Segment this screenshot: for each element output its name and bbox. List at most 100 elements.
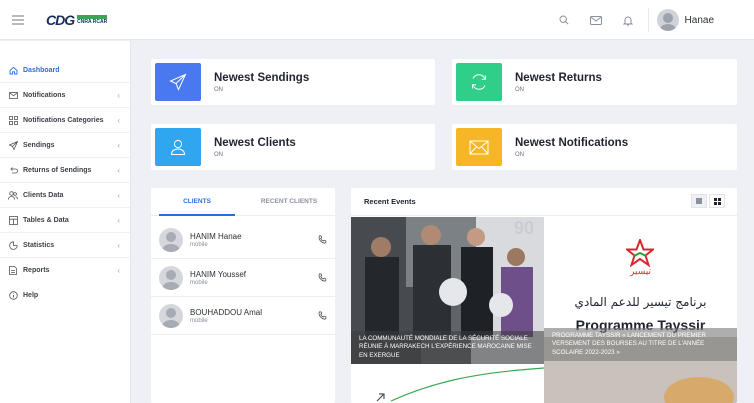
tayssir-logo-text: تيسير bbox=[630, 267, 651, 277]
sidebar-item-label: Statistics bbox=[23, 242, 55, 249]
messages-button[interactable] bbox=[580, 0, 612, 40]
recent-events-panel: Recent Events 90 LA COMMUNAUTÉ MONDIALE … bbox=[351, 188, 737, 403]
grid-view-button[interactable] bbox=[709, 194, 725, 208]
sidebar-item-notifications-categories[interactable]: Notifications Categories ‹ bbox=[0, 108, 130, 133]
stat-status: ON bbox=[515, 151, 524, 158]
search-button[interactable] bbox=[548, 0, 580, 40]
notifications-button[interactable] bbox=[612, 0, 644, 40]
client-role: mobile bbox=[190, 317, 208, 324]
menu-icon bbox=[12, 14, 24, 25]
sidebar-item-reports[interactable]: Reports ‹ bbox=[0, 258, 130, 283]
logo[interactable]: CDG CNRA RCAR bbox=[46, 11, 108, 28]
user-name: Hanae bbox=[684, 14, 714, 26]
clients-tabs: CLIENTS RECENT CLIENTS bbox=[151, 188, 335, 216]
event-badge: 90 bbox=[513, 218, 534, 238]
sidebar-item-dashboard[interactable]: Dashboard bbox=[0, 58, 130, 83]
stat-title: Newest Clients bbox=[214, 136, 296, 149]
sidebar-item-label: Sendings bbox=[23, 142, 55, 149]
sidebar-item-help[interactable]: Help bbox=[0, 283, 130, 308]
sidebar-item-label: Clients Data bbox=[23, 192, 64, 199]
table-icon bbox=[8, 216, 18, 225]
stat-card-returns[interactable]: Newest Returns ON bbox=[452, 59, 737, 105]
client-role: mobile bbox=[190, 241, 208, 248]
sidebar-item-label: Dashboard bbox=[23, 67, 60, 74]
sidebar-item-label: Returns of Sendings bbox=[23, 167, 92, 174]
user-icon bbox=[170, 139, 186, 155]
stat-status: ON bbox=[214, 151, 223, 158]
send-icon bbox=[8, 141, 18, 150]
phone-icon[interactable] bbox=[318, 311, 327, 320]
stat-card-clients[interactable]: Newest Clients ON bbox=[151, 124, 435, 170]
refresh-icon bbox=[472, 74, 486, 90]
stat-card-notifications[interactable]: Newest Notifications ON bbox=[452, 124, 737, 170]
event-caption: PROGRAMME TAYSSIR « LANCEMENT DU PREMIER… bbox=[544, 328, 737, 362]
sidebar-item-sendings[interactable]: Sendings ‹ bbox=[0, 133, 130, 158]
chevron-left-icon: ‹ bbox=[117, 241, 120, 250]
chevron-left-icon: ‹ bbox=[117, 216, 120, 225]
event-card[interactable]: تيسير برنامج تيسير للدعم المادي Programm… bbox=[544, 217, 737, 403]
client-avatar bbox=[159, 265, 183, 290]
client-role: mobile bbox=[190, 279, 208, 286]
chevron-left-icon: ‹ bbox=[117, 191, 120, 200]
tab-clients[interactable]: CLIENTS bbox=[151, 188, 243, 216]
top-bar: CDG CNRA RCAR Hanae bbox=[0, 0, 754, 40]
client-name: BOUHADDOU Amal bbox=[190, 307, 263, 317]
tayssir-star-icon bbox=[626, 239, 654, 267]
sidebar-item-label: Tables & Data bbox=[23, 217, 69, 224]
event-heading-ar: برنامج تيسير للدعم المادي bbox=[574, 295, 707, 309]
sidebar-item-label: Reports bbox=[23, 267, 50, 274]
sidebar-item-returns-of-sendings[interactable]: Returns of Sendings ‹ bbox=[0, 158, 130, 183]
event-card[interactable] bbox=[351, 365, 544, 403]
mail-icon bbox=[589, 15, 602, 25]
event-card[interactable]: 90 LA COMMUNAUTÉ MONDIALE DE LA SÉCURITÉ… bbox=[351, 217, 544, 364]
sidebar-item-clients-data[interactable]: Clients Data ‹ bbox=[0, 183, 130, 208]
event-caption: LA COMMUNAUTÉ MONDIALE DE LA SÉCURITÉ SO… bbox=[351, 330, 544, 364]
mail-icon bbox=[469, 140, 489, 154]
mail-icon bbox=[8, 92, 18, 99]
file-icon bbox=[9, 266, 17, 275]
sidebar-item-notifications[interactable]: Notifications ‹ bbox=[0, 83, 130, 108]
recent-events-title: Recent Events bbox=[364, 197, 416, 206]
stat-title: Newest Sendings bbox=[214, 71, 310, 84]
user-avatar bbox=[656, 9, 679, 31]
list-view-button[interactable] bbox=[691, 194, 707, 208]
sidebar-item-label: Notifications bbox=[23, 92, 66, 99]
sidebar-item-label: Help bbox=[23, 292, 39, 299]
client-avatar bbox=[159, 303, 183, 328]
chevron-left-icon: ‹ bbox=[117, 116, 120, 125]
sidebar-item-tables-data[interactable]: Tables & Data ‹ bbox=[0, 208, 130, 233]
phone-icon[interactable] bbox=[318, 235, 327, 244]
stat-status: ON bbox=[214, 86, 223, 93]
grid-icon bbox=[713, 197, 721, 205]
grid-icon bbox=[8, 116, 18, 125]
pie-icon bbox=[8, 241, 18, 250]
client-name: HANIM Hanae bbox=[190, 231, 242, 241]
user-menu[interactable]: Hanae bbox=[653, 9, 754, 31]
logo-subtitle: CNRA RCAR bbox=[77, 18, 108, 25]
hamburger-menu-button[interactable] bbox=[0, 0, 36, 40]
phone-icon[interactable] bbox=[318, 273, 327, 282]
client-list-item[interactable]: BOUHADDOU Amal mobile bbox=[151, 297, 335, 335]
chevron-left-icon: ‹ bbox=[117, 91, 120, 100]
logo-brand: CDG bbox=[46, 11, 75, 28]
clients-panel: CLIENTS RECENT CLIENTS HANIM Hanae mobil… bbox=[151, 188, 335, 403]
stat-title: Newest Returns bbox=[515, 71, 602, 84]
chevron-left-icon: ‹ bbox=[117, 266, 120, 275]
stat-card-sendings[interactable]: Newest Sendings ON bbox=[151, 59, 435, 105]
send-icon bbox=[169, 73, 187, 91]
tab-recent-clients[interactable]: RECENT CLIENTS bbox=[243, 188, 335, 215]
client-list-item[interactable]: HANIM Hanae mobile bbox=[151, 221, 335, 259]
client-list-item[interactable]: HANIM Youssef mobile bbox=[151, 259, 335, 297]
client-name: HANIM Youssef bbox=[190, 269, 247, 279]
stat-status: ON bbox=[515, 86, 524, 93]
square-icon bbox=[696, 198, 702, 204]
bell-icon bbox=[622, 16, 633, 25]
search-icon bbox=[559, 15, 569, 25]
home-icon bbox=[9, 66, 17, 75]
users-icon bbox=[8, 191, 18, 200]
sidebar-item-label: Notifications Categories bbox=[23, 117, 104, 124]
event-thumbnail bbox=[376, 367, 544, 402]
client-avatar bbox=[159, 227, 183, 252]
return-icon bbox=[9, 167, 18, 174]
sidebar-item-statistics[interactable]: Statistics ‹ bbox=[0, 233, 130, 258]
